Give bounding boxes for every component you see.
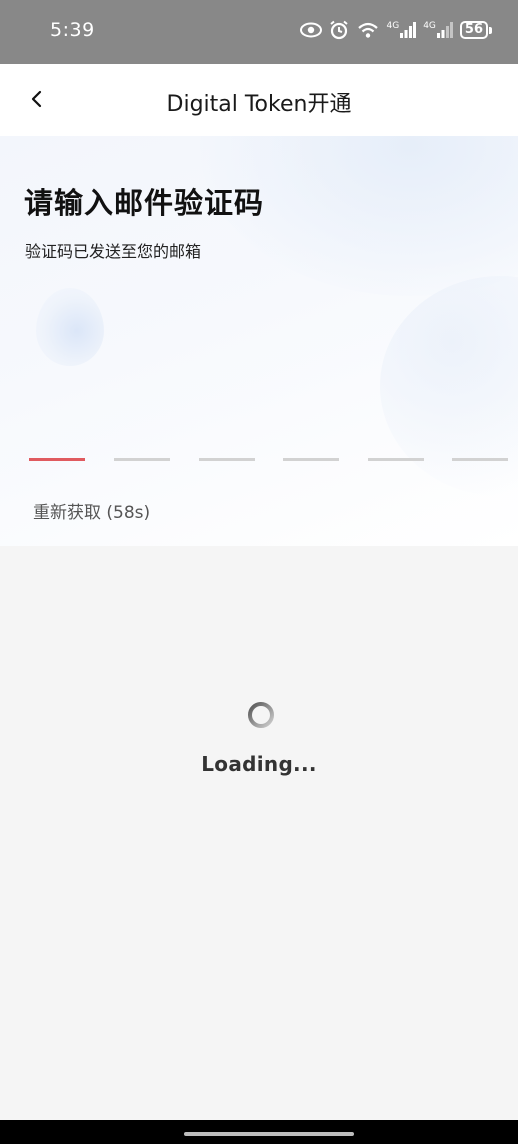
spinner-icon	[248, 702, 274, 728]
verification-code-input[interactable]	[29, 458, 509, 462]
page-title: Digital Token开通	[166, 92, 352, 117]
signal-4g-icon: 4G	[387, 22, 417, 38]
code-digit-box[interactable]	[114, 458, 170, 461]
decorative-drop	[36, 288, 104, 366]
status-bar: 5:39 4G 4G 56	[0, 0, 518, 64]
code-digit-box[interactable]	[199, 458, 255, 461]
gesture-nav-bar	[0, 1120, 518, 1144]
hero-title: 请输入邮件验证码	[24, 186, 265, 220]
resend-countdown[interactable]: 重新获取 (58s)	[33, 498, 150, 523]
eye-icon	[299, 22, 322, 38]
hero-subtitle: 验证码已发送至您的邮箱	[25, 242, 202, 261]
code-digit-box[interactable]	[368, 458, 424, 461]
code-digit-box[interactable]	[283, 458, 339, 461]
code-digit-box[interactable]	[452, 458, 508, 461]
loading-overlay: Loading...	[0, 546, 518, 1120]
decorative-blob	[380, 276, 518, 496]
code-digit-box[interactable]	[29, 458, 85, 461]
status-icons: 4G 4G 56	[299, 18, 492, 42]
alarm-icon	[329, 20, 348, 40]
nav-bar: Digital Token开通	[0, 64, 518, 136]
signal-4g-icon: 4G	[423, 22, 453, 38]
hero-banner: 请输入邮件验证码 验证码已发送至您的邮箱	[0, 136, 518, 546]
battery-level: 56	[459, 21, 488, 39]
wifi-icon	[357, 22, 378, 38]
network-label: 4G	[386, 21, 400, 31]
battery-icon: 56	[459, 21, 492, 39]
loading-text: Loading...	[201, 752, 317, 776]
network-label: 4G	[423, 21, 436, 31]
home-indicator[interactable]	[184, 1132, 354, 1136]
status-time: 5:39	[50, 19, 95, 41]
